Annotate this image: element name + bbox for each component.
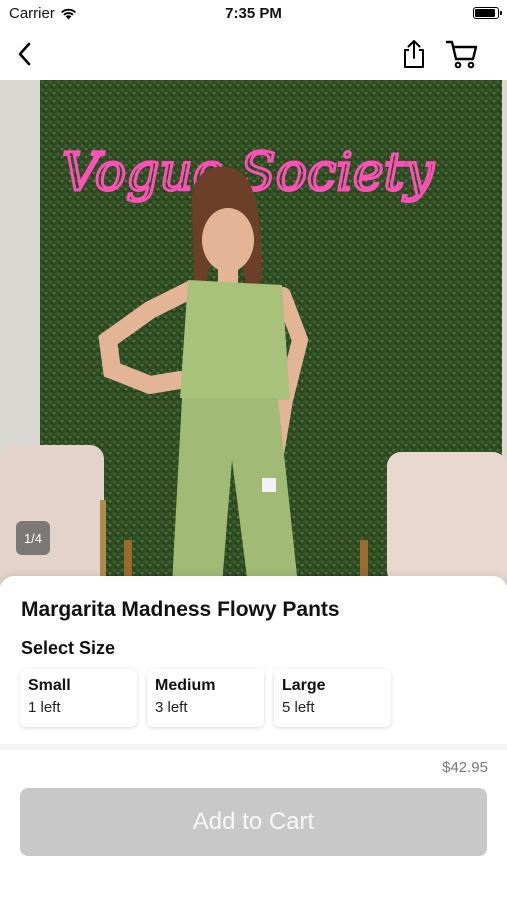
size-option-medium[interactable]: Medium 3 left [147,669,264,727]
battery-fill [475,9,495,17]
status-time: 7:35 PM [225,5,282,22]
size-name: Medium [155,677,216,694]
product-photo[interactable]: Vogue Society [0,80,507,585]
size-option-small[interactable]: Small 1 left [20,669,137,727]
add-to-cart-button[interactable]: Add to Cart [20,788,487,856]
size-name: Small [28,677,71,694]
cart-icon [445,40,478,69]
section-divider [0,744,507,750]
size-options: Small 1 left Medium 3 left Large 5 left [20,669,391,727]
photo-counter: 1/4 [16,521,50,555]
price-label: $42.95 [442,759,488,776]
size-option-large[interactable]: Large 5 left [274,669,391,727]
share-icon [404,40,424,68]
status-bar: Carrier 7:35 PM [0,0,507,28]
share-button[interactable] [396,36,432,72]
product-details-sheet: Margarita Madness Flowy Pants Select Siz… [0,576,507,900]
cart-button[interactable] [444,36,480,72]
size-stock: 5 left [282,699,315,716]
photo-illustration: Vogue Society [0,80,507,585]
chevron-left-icon [18,42,31,66]
select-size-label: Select Size [21,638,116,658]
battery-icon [473,7,502,19]
size-stock: 3 left [155,699,188,716]
product-title: Margarita Madness Flowy Pants [21,598,340,621]
size-name: Large [282,677,326,694]
nav-bar [0,28,507,80]
back-button[interactable] [6,36,42,72]
size-stock: 1 left [28,699,61,716]
